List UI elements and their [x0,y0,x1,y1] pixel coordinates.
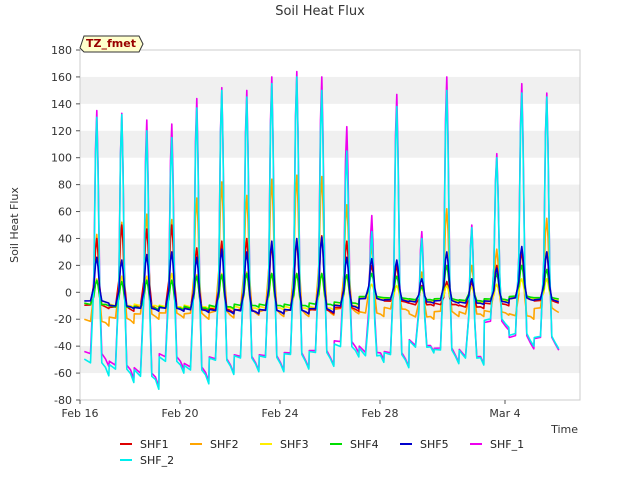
legend-item-shf-2: SHF_2 [120,454,195,467]
legend: SHF1 SHF2 SHF3 SHF4 SHF5 SHF_1 SHF_2 [120,436,540,468]
x-tick-label: Mar 4 [489,407,520,420]
legend-row: SHF1 SHF2 SHF3 SHF4 SHF5 SHF_1 [120,436,540,452]
legend-item-shf3: SHF3 [260,438,330,451]
x-tick-label: Feb 16 [62,407,99,420]
legend-item-shf-1: SHF_1 [470,438,540,451]
y-tick-label: 60 [58,206,72,219]
legend-item-shf4: SHF4 [330,438,400,451]
x-axis-label: Time [550,423,578,436]
y-tick-label: -80 [54,394,72,407]
y-tick-label: 100 [51,152,72,165]
legend-swatch [470,443,482,445]
y-tick-label: 40 [58,232,72,245]
y-axis-ticks: -80 -60 -40 -20 0 20 40 60 80 100 120 140 160 180 [51,44,80,407]
x-tick-label: Feb 20 [162,407,199,420]
grid-band [80,76,580,104]
legend-label: SHF_2 [140,453,175,467]
y-tick-label: 180 [51,44,72,57]
legend-swatch [330,443,342,445]
x-tick-label: Feb 24 [262,407,299,420]
legend-row: SHF_2 [120,452,540,468]
legend-label: SHF4 [350,437,379,451]
x-tick-label: Feb 28 [362,407,399,420]
legend-label: SHF5 [420,437,449,451]
y-tick-label: 120 [51,125,72,138]
y-tick-label: -20 [54,313,72,326]
y-tick-label: 0 [65,286,72,299]
legend-label: SHF1 [140,437,169,451]
y-tick-label: 140 [51,98,72,111]
y-tick-label: -60 [54,367,72,380]
legend-label: SHF3 [280,437,309,451]
y-tick-label: -40 [54,340,72,353]
legend-item-shf2: SHF2 [190,438,260,451]
grid-bands [80,50,580,400]
legend-item-shf1: SHF1 [120,438,190,451]
grid-band [80,184,580,212]
legend-item-shf5: SHF5 [400,438,470,451]
y-tick-label: 20 [58,259,72,272]
legend-label: SHF_1 [490,437,525,451]
chart-title: Soil Heat Flux [275,4,365,19]
grid-band [80,130,580,158]
soil-heat-flux-chart: -80 -60 -40 -20 0 20 40 60 80 100 120 140 160 180 Feb… [8,4,581,436]
grid-band [80,238,580,266]
legend-label: SHF2 [210,437,239,451]
legend-swatch [190,443,202,445]
annotation-box: TZ_fmet [79,35,144,53]
y-axis-label: Soil Heat Flux [8,187,21,263]
x-axis-ticks: Feb 16 Feb 20 Feb 24 Feb 28 Mar 4 [62,400,521,420]
y-tick-label: 80 [58,179,72,192]
legend-swatch [120,443,132,445]
legend-swatch [400,443,412,445]
legend-swatch [260,443,272,445]
y-tick-label: 160 [51,71,72,84]
legend-swatch [120,459,132,461]
annotation-label: TZ_fmet [86,37,136,50]
